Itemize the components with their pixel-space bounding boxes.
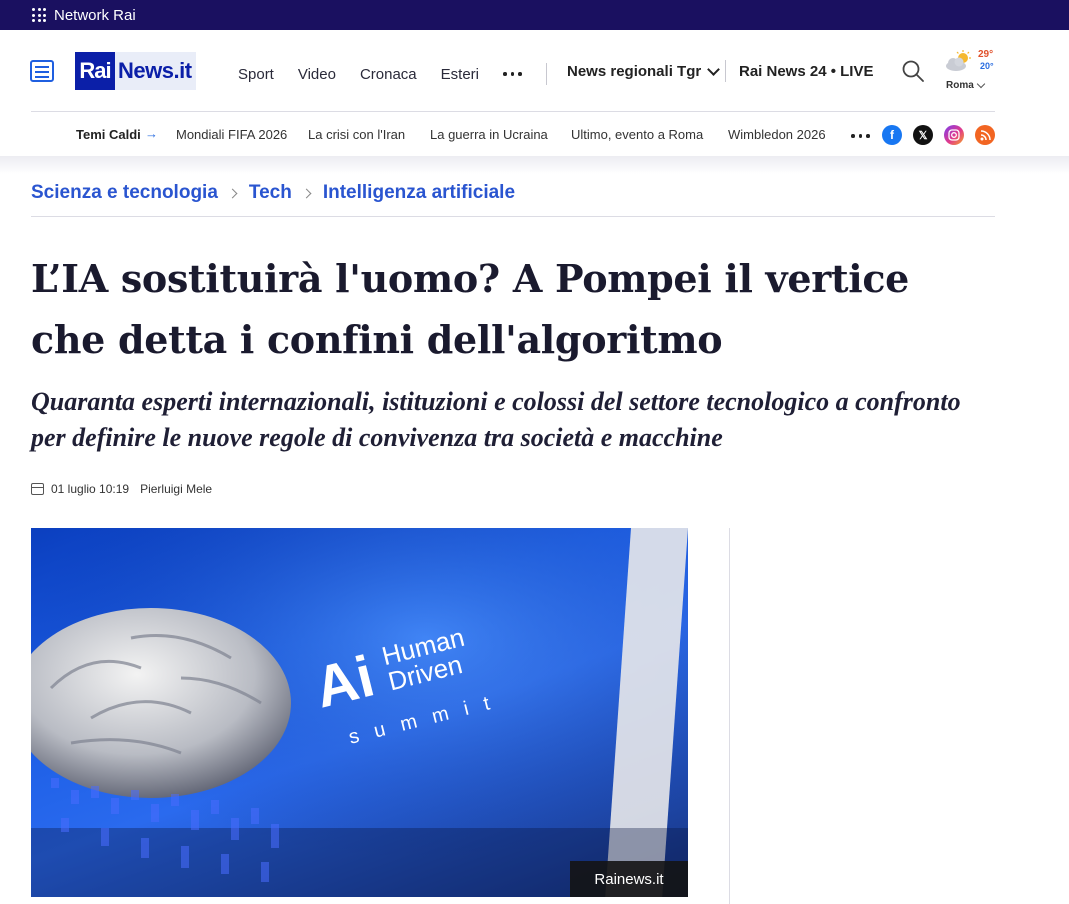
article-author[interactable]: Pierluigi Mele <box>140 482 212 496</box>
topic-link[interactable]: La crisi con l'Iran <box>308 127 405 142</box>
breadcrumb-item[interactable]: Intelligenza artificiale <box>323 182 515 204</box>
logo-rai: Rai <box>75 52 115 90</box>
apps-grid-icon[interactable] <box>32 8 46 22</box>
article-image[interactable]: Ai Human Driven summit Rainews.it <box>31 528 688 897</box>
ai-summit-photo: Ai Human Driven summit <box>31 528 688 897</box>
topic-link[interactable]: La guerra in Ucraina <box>430 127 548 142</box>
breadcrumb-divider <box>31 216 995 217</box>
nav-esteri[interactable]: Esteri <box>441 66 479 83</box>
nav-sport[interactable]: Sport <box>238 66 274 83</box>
topic-link[interactable]: Ultimo, evento a Roma <box>571 127 703 142</box>
header-shadow <box>0 156 1069 174</box>
article-meta: 01 luglio 10:19 Pierluigi Mele <box>31 482 212 496</box>
x-icon[interactable]: 𝕏 <box>913 125 933 145</box>
main-nav: Sport Video Cronaca Esteri <box>238 63 547 85</box>
menu-icon[interactable] <box>30 60 54 82</box>
site-header: Rai News.it Sport Video Cronaca Esteri N… <box>0 30 1069 112</box>
more-topics-icon[interactable] <box>851 134 870 138</box>
instagram-icon[interactable] <box>944 125 964 145</box>
regional-news-dropdown[interactable]: News regionali Tgr <box>567 62 721 80</box>
partly-cloudy-icon <box>946 50 971 71</box>
weather-widget[interactable]: 29° 20° Roma <box>944 48 1000 94</box>
search-icon[interactable] <box>902 60 924 82</box>
sidebar-divider <box>729 528 730 904</box>
logo-news: News.it <box>115 52 196 90</box>
breadcrumb-item[interactable]: Scienza e tecnologia <box>31 182 218 204</box>
network-rai-link[interactable]: Network Rai <box>54 7 136 24</box>
more-nav-icon[interactable] <box>503 72 522 76</box>
facebook-icon[interactable]: f <box>882 125 902 145</box>
weather-city: Roma <box>946 80 974 91</box>
chevron-right-icon <box>301 188 312 198</box>
hot-topics-bar: Temi Caldi → Mondiali FIFA 2026 La crisi… <box>0 112 1069 156</box>
hot-topics-label[interactable]: Temi Caldi <box>76 127 141 142</box>
breadcrumb-item[interactable]: Tech <box>249 182 292 204</box>
chevron-down-icon <box>707 62 721 76</box>
nav-cronaca[interactable]: Cronaca <box>360 66 417 83</box>
breadcrumb: Scienza e tecnologia Tech Intelligenza a… <box>31 182 515 204</box>
article-subtitle: Quaranta esperti internazionali, istituz… <box>31 387 961 452</box>
article-title: L’IA sostituirà l'uomo? A Pompei il vert… <box>31 256 910 362</box>
article-date: 01 luglio 10:19 <box>51 482 130 496</box>
image-caption: Rainews.it <box>570 861 688 897</box>
network-bar: Network Rai <box>0 0 1069 30</box>
calendar-icon <box>31 483 44 495</box>
topic-link[interactable]: Wimbledon 2026 <box>728 127 826 142</box>
nav-divider-2 <box>725 60 726 82</box>
rainews-logo[interactable]: Rai News.it <box>75 52 196 90</box>
regional-news-label: News regionali Tgr <box>567 63 702 80</box>
chevron-down-icon <box>976 79 986 89</box>
temp-max: 29° <box>978 49 994 60</box>
rss-icon[interactable] <box>975 125 995 145</box>
nav-divider <box>545 63 547 85</box>
topic-link[interactable]: Mondiali FIFA 2026 <box>176 127 287 142</box>
live-link[interactable]: Rai News 24 • LIVE <box>739 63 873 80</box>
chevron-right-icon <box>227 188 238 198</box>
arrow-right-icon: → <box>145 126 158 141</box>
temp-min: 20° <box>980 61 994 71</box>
nav-video[interactable]: Video <box>298 66 336 83</box>
